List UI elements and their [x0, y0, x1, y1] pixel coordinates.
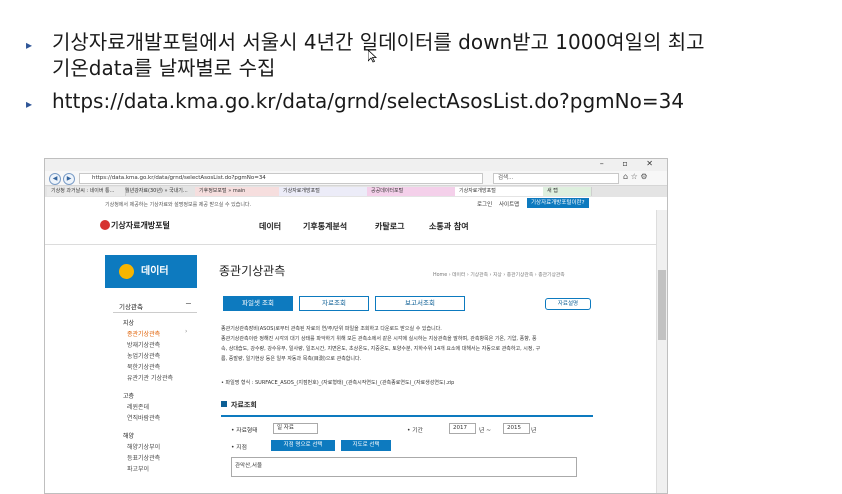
lnb-item-asos[interactable]: 종관기상관측 [127, 329, 160, 338]
bullet-1-line-1: 기상자료개발포털에서 서울시 4년간 일데이터를 down받고 1000여일의 … [52, 30, 705, 54]
lnb-item-wave-buoy[interactable]: 파고부이 [127, 464, 149, 473]
bullet-marker: ▸ [26, 97, 33, 111]
bullet-1-line-2: 기온data를 날짜별로 수집 [52, 56, 276, 80]
lnb-item-related[interactable]: 유관기관 기상관측 [127, 373, 173, 382]
lnb-item-buoy[interactable]: 해양기상부이 [127, 442, 160, 451]
lnb-section-observation[interactable]: 기상관측 [119, 301, 143, 311]
lnb-title: 데이터 [141, 266, 169, 277]
window-titlebar: – ▫ ✕ [45, 159, 667, 171]
lnb-item-north[interactable]: 북한기상관측 [127, 362, 160, 371]
site-logo[interactable]: 기상자료개방포털 [111, 220, 170, 231]
kma-logo-icon [100, 220, 110, 230]
gnb-data[interactable]: 데이터 [259, 221, 281, 232]
address-bar: ◀ ▶ https://data.kma.go.kr/data/grnd/sel… [45, 171, 667, 186]
tab[interactable]: 기상자료개방포털 [279, 187, 372, 196]
help-button[interactable]: 자료설명 [545, 298, 591, 310]
window-controls[interactable]: – ▫ ✕ [600, 159, 661, 168]
lnb-group-surface: 지상 [123, 320, 135, 327]
lnb-group-ocean: 해양 [123, 433, 135, 440]
divider [113, 312, 197, 313]
portal-about-button[interactable]: 기상자료개방포털이란? [527, 198, 589, 208]
to-year-suffix: 년 [531, 428, 537, 434]
file-format-note: • 파일명 형식 : SURFACE_ASOS_(지점번호)_(자료형태)_(관… [221, 380, 455, 386]
lnb-item-lighthouse[interactable]: 등표기상관측 [127, 453, 160, 462]
info-text: 기상청에서 제공하는 기상자료와 설명정보를 제공 받으실 수 있습니다. [105, 202, 252, 208]
bullet-2-url: https://data.kma.go.kr/data/grnd/selectA… [52, 89, 685, 113]
query-form: • 자료형태 일 자료 • 기간 2017 년 ~ 2015 년 • 지점 지점… [221, 415, 593, 493]
browser-screenshot: – ▫ ✕ ◀ ▶ https://data.kma.go.kr/data/gr… [44, 158, 668, 494]
lnb-item-agri[interactable]: 농업기상관측 [127, 351, 160, 360]
gnb-catalog[interactable]: 카탈로그 [375, 221, 404, 232]
period-label: • 기간 [407, 428, 423, 434]
back-icon[interactable]: ◀ [49, 173, 61, 185]
description-line: 속, 상대습도, 강수량, 강수유무, 일사량, 일조시간, 지면온도, 초상온… [221, 346, 541, 352]
section-title: 자료조회 [231, 401, 257, 409]
gnb-climate-stats[interactable]: 기후통계분석 [303, 221, 347, 232]
login-link[interactable]: 로그인 [477, 200, 492, 208]
chevron-right-icon: › [185, 328, 188, 335]
to-year-select[interactable]: 2015 [503, 423, 530, 434]
select-by-name-button[interactable]: 지점 명으로 선택 [271, 440, 335, 451]
collapse-icon[interactable]: − [185, 299, 192, 308]
new-tab[interactable]: 새 탭 [543, 187, 592, 196]
type-select[interactable]: 일 자료 [273, 423, 318, 434]
forward-icon[interactable]: ▶ [63, 173, 75, 185]
tab[interactable]: 월년강자료(30년) » 국내기... [121, 187, 200, 196]
tab-data-query[interactable]: 자료조회 [299, 296, 369, 311]
select-by-map-button[interactable]: 지도로 선택 [341, 440, 391, 451]
description-line: 종관기상관측이란 정해진 시각의 대기 상태를 파악하기 위해 모든 관측소에서… [221, 336, 537, 342]
description-line: 름, 증발량, 일기현상 등은 일부 자동과 목측(目測)으로 관측합니다. [221, 356, 362, 362]
page-scrollbar[interactable] [656, 210, 667, 493]
url-field[interactable]: https://data.kma.go.kr/data/grnd/selectA… [79, 173, 483, 184]
lnb-item-aws[interactable]: 방재기상관측 [127, 340, 160, 349]
info-bar: 기상청에서 제공하는 기상자료와 설명정보를 제공 받으실 수 있습니다. 로그… [45, 197, 667, 211]
from-year-select[interactable]: 2017 [449, 423, 476, 434]
tab-report[interactable]: 보고서조회 [375, 296, 465, 311]
lnb-item-wind-profiler[interactable]: 연직바람관측 [127, 413, 160, 422]
type-label: • 자료형태 [231, 428, 258, 434]
sun-icon [119, 264, 134, 279]
scrollbar-thumb[interactable] [658, 270, 666, 340]
station-label: • 지점 [231, 445, 247, 451]
section-marker-icon [221, 401, 227, 407]
sitemap-link[interactable]: 사이트맵 [499, 200, 519, 208]
lnb-group-upper: 고층 [123, 393, 135, 400]
home-star-gear-icons[interactable]: ⌂ ☆ ⚙ [623, 172, 648, 181]
description-line: 종관기상관측장비(ASOS)로부터 관측된 자료의 연/주/단위 파일을 조회하… [221, 326, 442, 332]
breadcrumb: Home › 데이터 › 기상관측 › 지상 › 종관기상관측 › 종관기상관측 [433, 273, 565, 278]
page-title: 종관기상관측 [219, 264, 286, 278]
station-field[interactable]: 관악산,서울 [231, 457, 577, 477]
tab-active[interactable]: 기상자료개방포털 [455, 187, 548, 196]
tab[interactable]: 기후정보포털 » main [195, 187, 284, 196]
tab-fileset[interactable]: 파일셋 조회 [223, 296, 293, 311]
from-year-suffix: 년 ~ [479, 428, 492, 434]
gnb-community[interactable]: 소통과 참여 [429, 221, 469, 232]
bullet-marker: ▸ [26, 38, 33, 52]
lnb-header: 데이터 [105, 255, 197, 288]
tab[interactable]: 기상청 과거날씨 : 네이버 통... [47, 187, 126, 196]
lnb-item-rawinsonde[interactable]: 레윈존데 [127, 402, 149, 411]
site-header: 기상자료개방포털 데이터 기후통계분석 카탈로그 소통과 참여 [45, 210, 667, 245]
search-input[interactable]: 검색... [493, 173, 619, 184]
tab[interactable]: 공공데이터포털 [367, 187, 460, 196]
